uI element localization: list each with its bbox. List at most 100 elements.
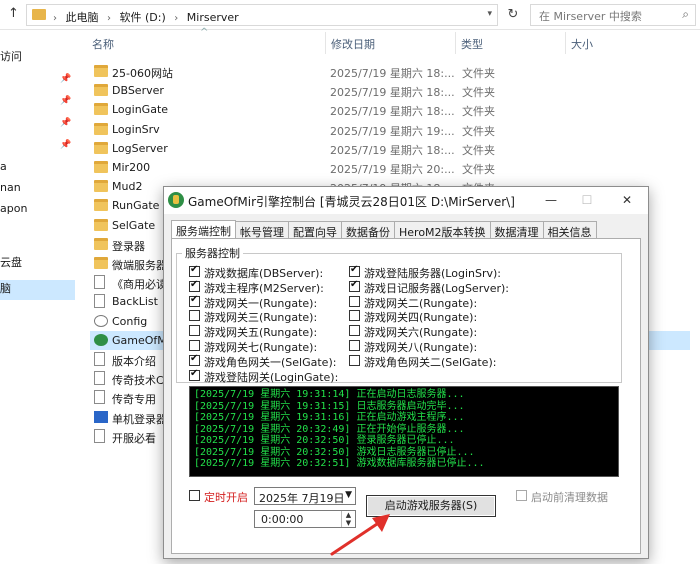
log-line: [2025/7/19 星期六 20:32:49] 正在开始停止服务器... [194,423,465,435]
file-type: 文件夹 [462,105,495,119]
nav-item-selected[interactable]: 脑 [0,280,75,300]
log-console[interactable]: [2025/7/19 星期六 19:31:14] 正在启动日志服务器... [20… [189,386,619,477]
config-icon [94,314,108,327]
checkbox-box[interactable] [189,294,200,307]
breadcrumb-item[interactable]: Mirserver [187,11,239,24]
file-icon [94,390,105,405]
checkbox-box[interactable] [189,368,200,381]
folder-icon [94,199,108,212]
clean-label: 启动前清理数据 [531,491,608,504]
chevron-right-icon: › [174,13,179,24]
checkbox-label: 游戏网关五(Rungate): [204,326,318,340]
address-box[interactable]: › 此电脑 › 软件 (D:) › Mirserver ▾ [26,4,498,26]
checkbox-box[interactable] [349,279,360,292]
breadcrumb-item[interactable]: 软件 (D:) [120,11,166,24]
folder-icon [94,65,108,77]
file-type: 文件夹 [462,67,495,80]
file-row[interactable]: LogServer 2025/7/19 星期六 18:... 文件夹 [90,139,690,158]
checkbox-label: 游戏主程序(M2Server): [204,281,324,295]
date-picker[interactable]: 2025年 7月19日 ▼ [254,487,356,505]
file-date: 2025/7/19 星期六 18:... [330,67,455,80]
checkbox-box[interactable] [349,310,360,322]
breadcrumb: › 此电脑 › 软件 (D:) › Mirserver [53,9,244,25]
nav-item[interactable]: 云盘 [0,254,75,274]
chevron-down-icon[interactable]: ▼ [345,490,352,500]
timer-label: 定时开启 [204,491,248,504]
search-input[interactable]: 在 Mirserver 中搜索 ⌕ [530,4,696,26]
checkbox-box[interactable] [189,325,200,337]
column-header-date[interactable]: 修改日期 [331,36,375,52]
search-placeholder: 在 Mirserver 中搜索 [539,10,642,23]
folder-icon [94,103,108,116]
refresh-icon[interactable]: ↻ [503,4,523,26]
file-row[interactable]: DBServer 2025/7/19 星期六 18:... 文件夹 [90,81,690,100]
pin-icon: 📌 [60,140,72,150]
file-name: 单机登录器 [112,412,167,426]
date-value: 2025年 7月19日 [259,492,345,505]
file-icon [94,275,105,290]
file-row[interactable]: 25-060网站 2025/7/19 星期六 18:... 文件夹 [90,62,690,81]
nav-item[interactable]: apon [0,202,75,222]
checkbox-box[interactable] [349,340,360,351]
file-date: 2025/7/19 星期六 18:... [330,86,455,100]
file-icon [94,294,105,309]
folder-icon [94,257,108,269]
checkbox-box[interactable] [349,264,360,277]
checkbox-box [516,490,527,501]
file-name: LoginSrv [112,122,160,136]
nav-item[interactable]: a [0,160,75,180]
checkbox-box[interactable] [349,325,360,337]
file-name: Mir200 [112,161,151,174]
minimize-icon[interactable]: — [536,190,566,210]
file-row[interactable]: Mir200 2025/7/19 星期六 20:... 文件夹 [90,158,690,177]
file-name: BackList [112,295,158,309]
close-icon[interactable]: ✕ [612,190,642,210]
nav-item[interactable]: 访问 [0,48,75,68]
chevron-right-icon: › [107,13,111,24]
file-name: RunGate [112,199,160,213]
log-line: [2025/7/19 星期六 20:32:50] 游戏日志服务器已停止... [194,446,475,458]
column-divider [325,32,326,54]
checkbox-box[interactable] [189,353,200,366]
up-arrow-icon[interactable]: ↑ [8,6,19,21]
pin-icon: 📌 [60,96,72,106]
column-header-name[interactable]: 名称 [92,36,114,52]
file-name: LoginGate [112,103,169,117]
folder-icon [94,141,108,154]
checkbox-box[interactable] [189,310,200,322]
folder-icon [32,9,46,20]
file-name: Mud2 [112,180,143,194]
folder-icon [94,161,108,173]
app-icon [168,192,184,208]
log-line: [2025/7/19 星期六 20:32:50] 登录服务器已停止... [194,435,455,446]
file-row[interactable]: LoginGate 2025/7/19 星期六 18:... 文件夹 [90,100,690,119]
column-header-size[interactable]: 大小 [571,36,593,52]
file-icon [94,352,105,366]
title-bar[interactable]: GameOfMir引擎控制台 [青城灵云28日01区 D:\MirServer\… [164,187,648,214]
group-label: 服务器控制 [182,245,243,261]
checkbox-box[interactable] [189,264,200,277]
log-line: [2025/7/19 星期六 19:31:15] 日志服务器启动完毕... [194,400,465,412]
nav-item[interactable]: nan [0,181,75,201]
checkbox-box[interactable] [189,490,200,501]
checkbox-label: 游戏网关四(Rungate): [364,311,478,325]
window-title: GameOfMir引擎控制台 [青城灵云28日01区 D:\MirServer\… [188,195,515,209]
checkbox-box[interactable] [189,279,200,292]
log-line: [2025/7/19 星期六 20:32:51] 游戏数据库服务器已停止... [194,458,485,469]
checkbox-label: 游戏日记服务器(LogServer): [364,281,510,295]
time-value: 0:00:00 [261,513,304,526]
tab-strip: 服务端控制 帐号管理 配置向导 数据备份 HeroM2版本转换 数据清理 相关信息 [171,219,597,241]
checkbox-box[interactable] [349,354,360,366]
file-name: 传奇专用 [112,393,156,407]
column-header-type[interactable]: 类型 [461,36,483,52]
folder-icon [94,218,108,231]
chevron-down-icon[interactable]: ▾ [487,9,492,19]
chevron-right-icon: › [53,13,57,24]
checkbox-box[interactable] [189,340,200,351]
checkbox-box[interactable] [349,295,360,307]
column-divider [565,32,566,54]
breadcrumb-item[interactable]: 此电脑 [66,11,99,24]
log-line: [2025/7/19 星期六 19:31:16] 正在启动游戏主程序... [194,412,465,423]
file-type: 文件夹 [462,124,495,138]
file-row[interactable]: LoginSrv 2025/7/19 星期六 19:... 文件夹 [90,120,690,139]
